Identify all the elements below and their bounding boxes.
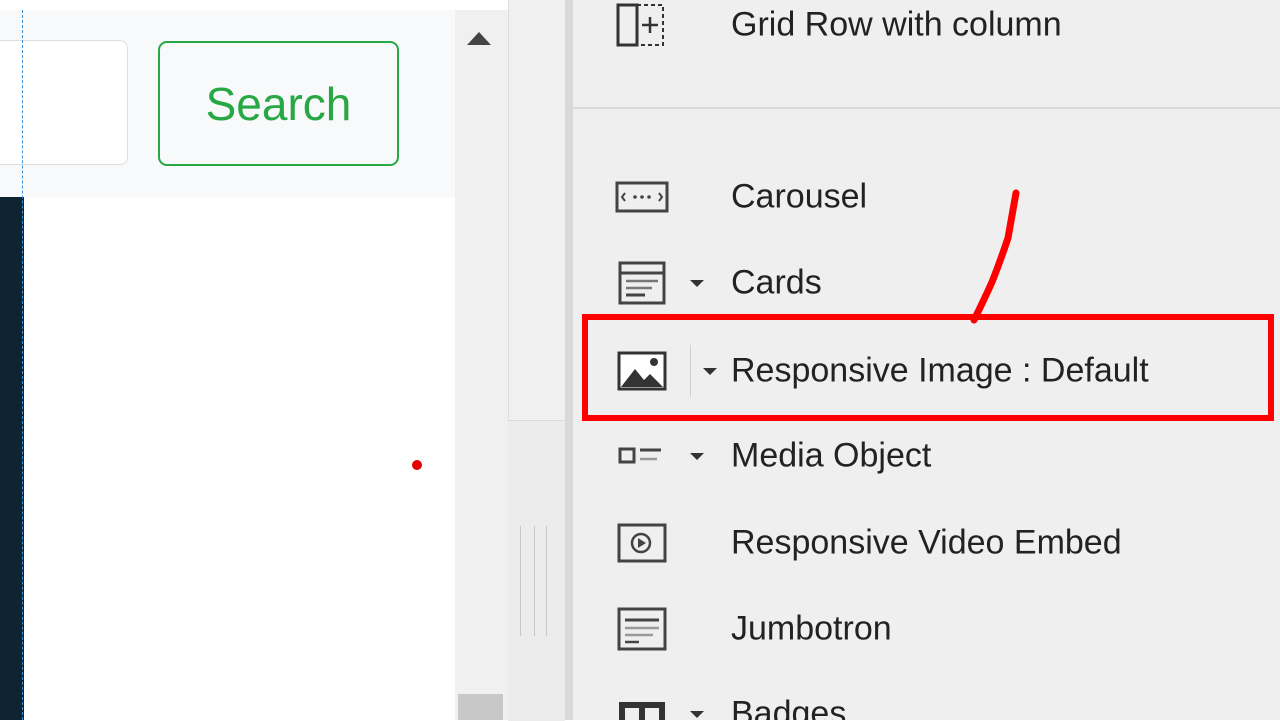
component-video-embed[interactable]: Responsive Video Embed [573,503,1280,583]
grid-row-icon [616,3,664,47]
component-label: Badges [731,694,847,721]
component-badges[interactable]: Badges [573,674,1280,720]
component-label: Carousel [731,177,868,216]
chevron-down-icon[interactable] [703,368,717,375]
canvas-scrollbar[interactable] [455,10,508,720]
component-jumbotron[interactable]: Jumbotron [573,589,1280,669]
cursor-marker [412,460,422,470]
panel-separator [573,107,1280,109]
component-label: Responsive Image : Default [731,351,1149,390]
search-input[interactable] [0,40,128,165]
chevron-down-icon[interactable] [690,280,704,287]
components-panel: Grid Row with column Carousel Cards Resp… [573,0,1280,720]
video-embed-icon [617,523,667,563]
component-label: Jumbotron [731,609,892,648]
image-icon [617,351,667,391]
chevron-down-icon[interactable] [690,453,704,460]
media-object-icon [618,447,661,464]
scroll-up-arrow-icon[interactable] [467,32,491,45]
canvas-top-edge [0,0,565,10]
component-label: Cards [731,263,822,302]
component-responsive-image[interactable]: Responsive Image : Default [573,331,1280,411]
icon-separator [690,345,691,397]
jumbotron-icon [617,607,667,651]
component-grid-row[interactable]: Grid Row with column [573,0,1280,65]
carousel-icon [615,181,669,213]
component-media-object[interactable]: Media Object [573,416,1280,496]
component-label: Responsive Video Embed [731,523,1122,562]
design-canvas[interactable]: Search [0,0,455,720]
badges-icon [619,702,665,720]
splitter-grip[interactable] [508,420,565,721]
dark-section-preview [0,197,24,720]
column-guide-line [22,10,23,720]
component-label: Grid Row with column [731,5,1062,44]
panel-divider[interactable] [565,0,573,720]
chevron-down-icon[interactable] [690,711,704,718]
component-label: Media Object [731,436,932,475]
component-carousel[interactable]: Carousel [573,157,1280,237]
card-icon [618,261,666,305]
search-button[interactable]: Search [158,41,399,166]
component-cards[interactable]: Cards [573,243,1280,323]
scrollbar-thumb[interactable] [458,694,503,720]
